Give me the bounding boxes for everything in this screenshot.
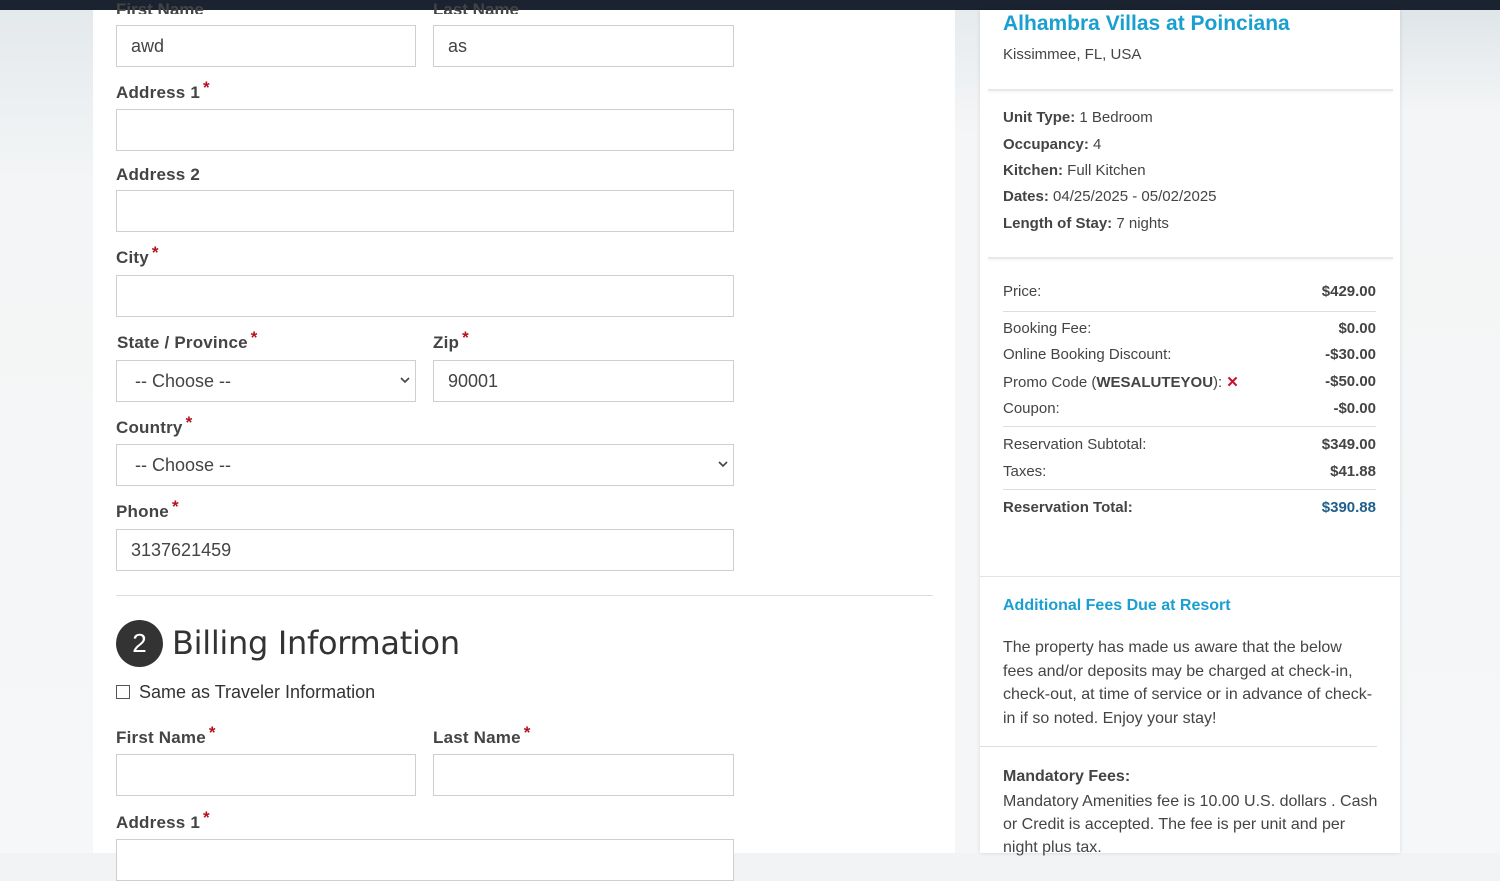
background-gutter <box>955 10 980 853</box>
country-label: Country * <box>116 413 193 437</box>
kitchen-row: Kitchen: Full Kitchen <box>1003 162 1146 179</box>
billing-address1-label: Address 1 * <box>116 808 210 832</box>
row-divider <box>980 746 1377 747</box>
same-as-traveler-checkbox[interactable] <box>116 685 130 699</box>
occupancy-row: Occupancy: 4 <box>1003 136 1102 153</box>
promo-code: WESALUTEYOU <box>1096 374 1214 391</box>
subtotal-row: Reservation Subtotal: $349.00 <box>1003 436 1376 453</box>
state-label: State / Province * <box>117 328 258 352</box>
background-left <box>0 10 95 853</box>
summary-separator <box>988 257 1393 259</box>
billing-last-name-input[interactable] <box>433 754 734 796</box>
total-row: Reservation Total: $390.88 <box>1003 499 1376 516</box>
billing-address1-input[interactable] <box>116 839 734 881</box>
billing-first-name-input[interactable] <box>116 754 416 796</box>
city-label: City * <box>116 243 159 267</box>
top-bar <box>0 0 1500 10</box>
zip-label: Zip * <box>433 328 469 352</box>
address2-label: Address 2 <box>116 165 201 184</box>
phone-input[interactable]: 3137621459 <box>116 529 734 571</box>
row-divider <box>1003 426 1376 427</box>
additional-fees-title: Additional Fees Due at Resort <box>1003 597 1231 614</box>
background-right <box>1400 10 1500 853</box>
taxes-row: Taxes: $41.88 <box>1003 463 1376 480</box>
row-divider <box>1003 489 1376 490</box>
resort-name[interactable]: Alhambra Villas at Poinciana <box>1003 12 1290 36</box>
last-name-label: Last Name <box>433 0 519 14</box>
dates-row: Dates: 04/25/2025 - 05/02/2025 <box>1003 188 1217 205</box>
booking-fee-row: Booking Fee: $0.00 <box>1003 320 1376 337</box>
state-select-value: -- Choose -- <box>135 371 232 391</box>
coupon-row: Coupon: -$0.00 <box>1003 400 1376 417</box>
promo-code-row: Promo Code (WESALUTEYOU): ✕ -$50.00 <box>1003 373 1376 391</box>
address1-input[interactable] <box>116 109 734 151</box>
row-divider <box>1003 311 1376 312</box>
billing-first-name-label: First Name * <box>116 723 216 747</box>
city-input[interactable] <box>116 275 734 317</box>
chevron-down-icon <box>400 377 410 384</box>
unit-type-row: Unit Type: 1 Bedroom <box>1003 109 1153 126</box>
mandatory-fees-title: Mandatory Fees: <box>1003 768 1131 785</box>
address2-input[interactable] <box>116 190 734 232</box>
billing-last-name-label: Last Name * <box>433 723 531 747</box>
billing-section-title: Billing Information <box>172 624 460 662</box>
country-select[interactable]: -- Choose -- <box>116 444 734 486</box>
phone-label: Phone * <box>116 497 179 521</box>
first-name-input[interactable]: awd <box>116 25 416 67</box>
address1-label: Address 1 * <box>116 78 210 102</box>
length-of-stay-row: Length of Stay: 7 nights <box>1003 215 1169 232</box>
section-divider <box>116 595 933 596</box>
price-row: Price: $429.00 <box>1003 283 1376 300</box>
remove-promo-icon[interactable]: ✕ <box>1226 374 1239 391</box>
resort-location: Kissimmee, FL, USA <box>1003 46 1142 63</box>
summary-separator <box>988 89 1393 91</box>
state-select[interactable]: -- Choose -- <box>116 360 416 402</box>
section-divider <box>980 576 1400 577</box>
step-number-badge: 2 <box>116 620 163 667</box>
same-as-traveler-label[interactable]: Same as Traveler Information <box>139 682 375 703</box>
country-select-value: -- Choose -- <box>135 455 232 475</box>
online-discount-row: Online Booking Discount: -$30.00 <box>1003 346 1376 363</box>
additional-fees-text: The property has made us aware that the … <box>1003 639 1373 727</box>
last-name-input[interactable]: as <box>433 25 734 67</box>
mandatory-fees-text: Mandatory Amenities fee is 10.00 U.S. do… <box>1003 793 1378 856</box>
chevron-down-icon <box>718 461 728 468</box>
zip-input[interactable]: 90001 <box>433 360 734 402</box>
first-name-label: First Name <box>116 0 204 14</box>
